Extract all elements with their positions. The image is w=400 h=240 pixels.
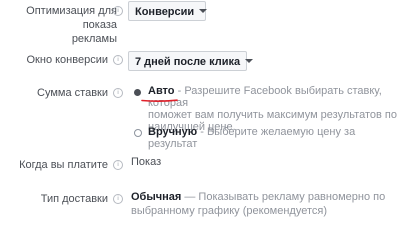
info-icon[interactable]: i bbox=[113, 6, 123, 16]
info-icon[interactable]: i bbox=[113, 88, 123, 98]
delivery-type-value: Обычная — Показывать рекламу равномерно … bbox=[131, 191, 386, 217]
when-charged-value: Показ bbox=[131, 156, 162, 168]
info-icon[interactable]: i bbox=[113, 55, 123, 65]
bid-auto-radio[interactable] bbox=[134, 89, 141, 96]
ad-delivery-dropdown[interactable]: Конверсии bbox=[128, 1, 208, 21]
bid-amount-label: Сумма ставки bbox=[37, 87, 108, 99]
bid-manual-radio[interactable] bbox=[134, 129, 142, 137]
annotation-underline bbox=[141, 99, 178, 102]
conversion-window-label: Окно конверсии bbox=[26, 54, 109, 66]
chevron-down-icon bbox=[245, 59, 254, 64]
delivery-type-label: Тип доставки bbox=[40, 193, 108, 205]
info-icon[interactable]: i bbox=[113, 194, 123, 204]
info-icon[interactable]: i bbox=[113, 160, 123, 170]
ad-delivery-label: Оптимизация для показа рекламы bbox=[26, 5, 117, 45]
conversion-window-dropdown[interactable]: 7 дней после клика bbox=[128, 51, 254, 71]
bid-manual-option[interactable]: Вручную - Выберите желаемую цену за резу… bbox=[148, 126, 400, 150]
when-charged-label: Когда вы платите bbox=[19, 159, 108, 171]
chevron-down-icon bbox=[199, 9, 208, 14]
